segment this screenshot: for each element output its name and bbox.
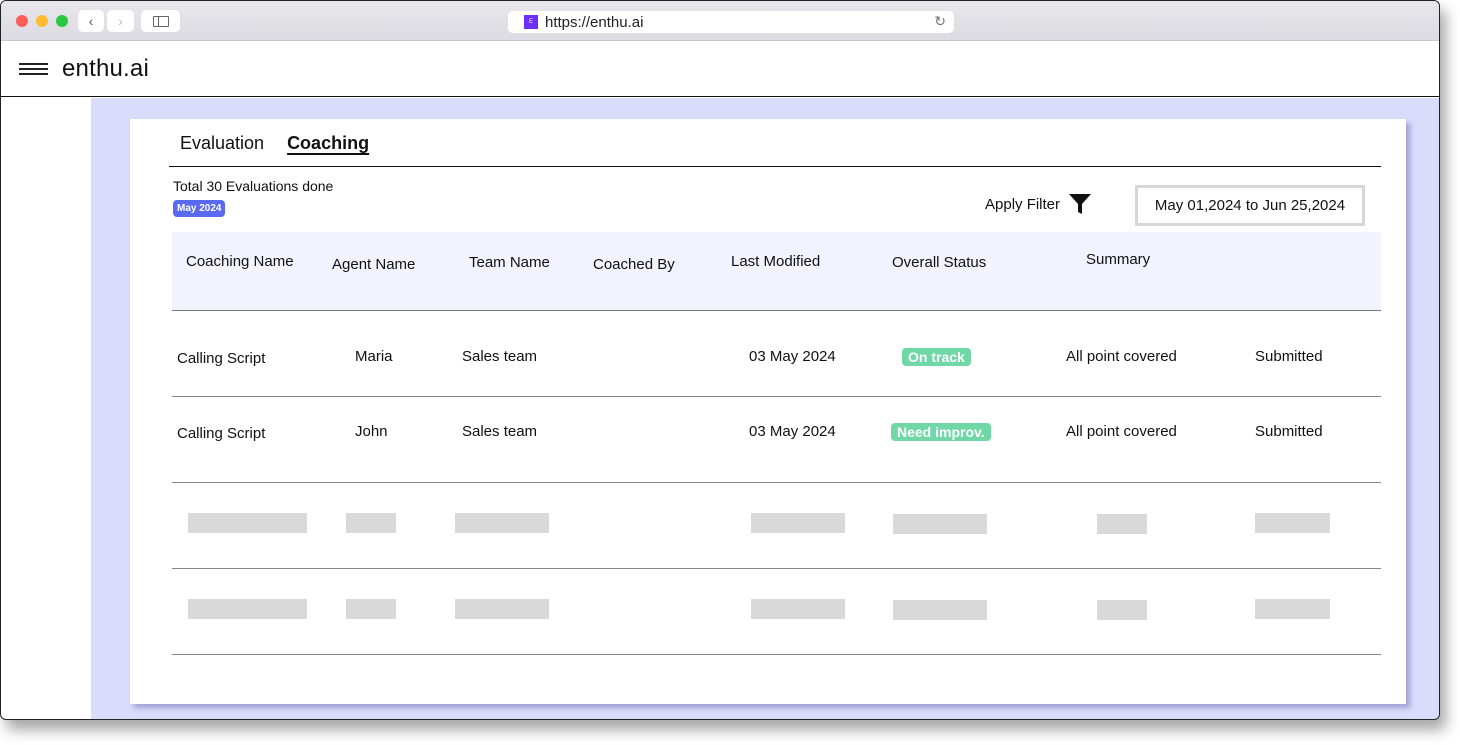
cell-agent-name: John <box>355 423 388 440</box>
column-header-overall-status[interactable]: Overall Status <box>892 254 986 271</box>
sidebar-toggle-button[interactable] <box>141 10 180 32</box>
cell-summary: All point covered <box>1066 348 1177 365</box>
skeleton-block <box>455 513 549 533</box>
skeleton-block <box>188 513 307 533</box>
tab-coaching[interactable]: Coaching <box>287 133 369 154</box>
address-bar[interactable]: E https://enthu.ai ↻ <box>508 11 954 33</box>
back-button[interactable]: ‹ <box>78 10 104 32</box>
cell-coaching-name: Calling Script <box>177 425 266 442</box>
table-header: Coaching Name Agent Name Team Name Coach… <box>172 232 1381 311</box>
status-badge: Need improv. <box>891 423 991 441</box>
status-badge: On track <box>902 348 971 366</box>
skeleton-block <box>751 599 845 619</box>
column-header-coaching-name[interactable]: Coaching Name <box>186 253 294 270</box>
hamburger-menu-icon[interactable] <box>19 63 48 77</box>
column-header-summary[interactable]: Summary <box>1086 251 1150 268</box>
cell-submission-state: Submitted <box>1255 423 1323 440</box>
cell-last-modified: 03 May 2024 <box>749 348 836 365</box>
cell-coaching-name: Calling Script <box>177 350 266 367</box>
browser-window: ‹ › E https://enthu.ai ↻ enthu.ai Evalua… <box>0 0 1440 720</box>
minimize-window-button[interactable] <box>36 15 48 27</box>
skeleton-block <box>1097 514 1147 534</box>
skeleton-block <box>1255 513 1330 533</box>
site-favicon-icon: E <box>524 15 538 29</box>
chevron-left-icon: ‹ <box>88 13 94 29</box>
tab-bar: Evaluation Coaching <box>180 133 369 154</box>
column-header-agent-name[interactable]: Agent Name <box>332 256 415 273</box>
month-badge: May 2024 <box>173 200 226 217</box>
skeleton-block <box>346 599 396 619</box>
skeleton-block <box>893 514 987 534</box>
cell-team-name: Sales team <box>462 348 538 365</box>
apply-filter-button[interactable]: Apply Filter <box>985 193 1092 215</box>
column-header-team-name[interactable]: Team Name <box>469 254 550 271</box>
row-divider <box>172 654 1381 655</box>
forward-button[interactable]: › <box>107 10 134 32</box>
tab-evaluation[interactable]: Evaluation <box>180 133 264 154</box>
row-divider <box>172 568 1381 569</box>
row-divider <box>172 482 1381 483</box>
skeleton-block <box>1255 599 1330 619</box>
row-divider <box>172 396 1381 397</box>
coaching-card: Evaluation Coaching Total 30 Evaluations… <box>130 119 1406 704</box>
url-text: https://enthu.ai <box>545 13 644 31</box>
skeleton-block <box>455 599 549 619</box>
cell-summary: All point covered <box>1066 423 1177 440</box>
maximize-window-button[interactable] <box>56 15 68 27</box>
column-header-last-modified[interactable]: Last Modified <box>731 253 820 270</box>
skeleton-block <box>346 513 396 533</box>
sidebar-toggle-icon <box>152 15 169 27</box>
date-range-picker[interactable]: May 01,2024 to Jun 25,2024 <box>1135 185 1365 226</box>
brand-logo: enthu.ai <box>62 55 150 82</box>
skeleton-block <box>893 600 987 620</box>
column-header-coached-by[interactable]: Coached By <box>593 256 675 273</box>
app-header: enthu.ai <box>1 41 1439 97</box>
cell-team-name: Sales team <box>462 423 538 440</box>
skeleton-block <box>751 513 845 533</box>
close-window-button[interactable] <box>16 15 28 27</box>
apply-filter-label: Apply Filter <box>985 195 1061 213</box>
cell-last-modified: 03 May 2024 <box>749 423 836 440</box>
cell-agent-name: Maria <box>355 348 393 365</box>
chevron-right-icon: › <box>118 13 123 29</box>
skeleton-block <box>1097 600 1147 620</box>
cell-submission-state: Submitted <box>1255 348 1323 365</box>
filter-funnel-icon <box>1069 194 1092 214</box>
browser-toolbar: ‹ › E https://enthu.ai ↻ <box>1 1 1439 41</box>
tab-divider <box>169 166 1381 167</box>
evaluations-total-text: Total 30 Evaluations done <box>173 178 334 194</box>
skeleton-block <box>188 599 307 619</box>
reload-icon[interactable]: ↻ <box>934 13 946 30</box>
left-sidebar <box>1 98 91 712</box>
